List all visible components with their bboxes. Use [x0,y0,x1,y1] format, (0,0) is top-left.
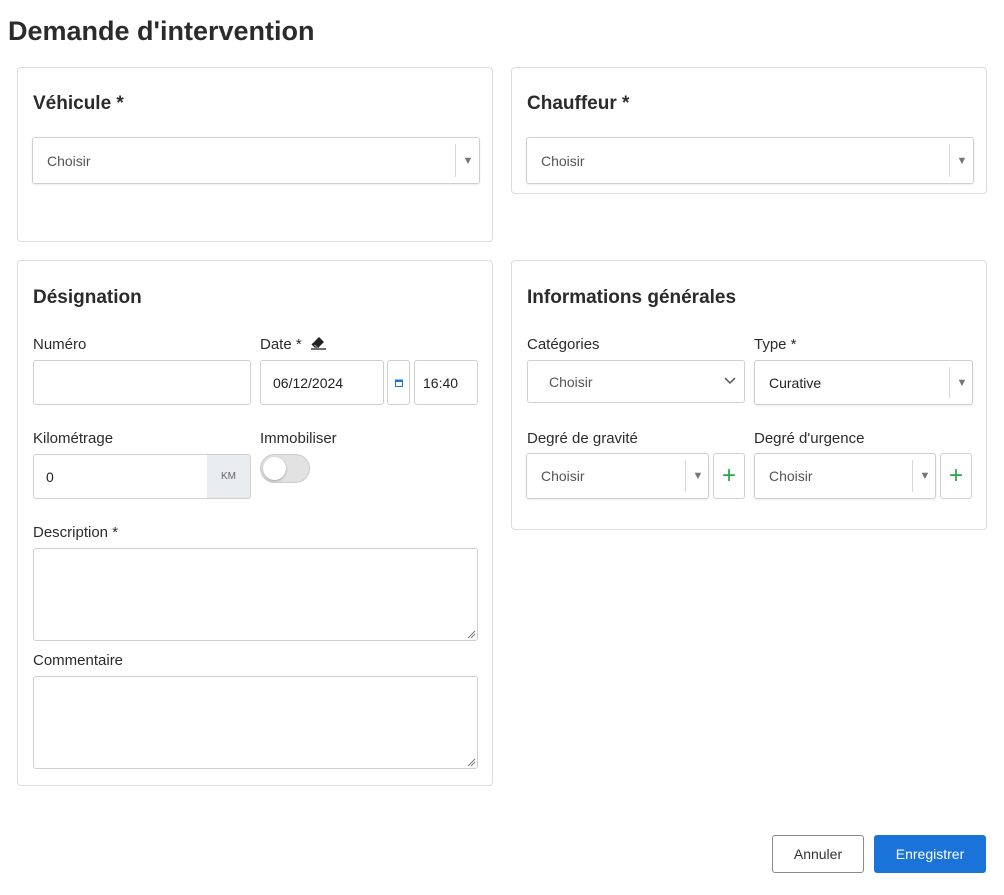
type-select[interactable]: Curative ▼ [754,360,973,405]
informations-title: Informations générales [527,287,737,308]
urgence-label: Degré d'urgence [754,430,865,447]
vehicule-title: Véhicule * [33,93,124,114]
eraser-icon[interactable] [310,335,327,350]
gravite-value: Choisir [541,468,585,484]
plus-icon: + [721,462,736,489]
urgence-value: Choisir [769,468,813,484]
caret-down-icon[interactable]: ▼ [456,155,480,167]
categories-select[interactable]: Choisir [527,360,745,403]
toggle-knob [263,457,286,480]
immobiliser-label: Immobiliser [260,430,337,447]
time-value: 16:40 [423,374,459,391]
caret-down-icon[interactable]: ▼ [686,470,710,482]
commentaire-textarea[interactable] [33,676,478,769]
calendar-button[interactable] [387,360,410,405]
informations-card: Informations générales Catégories Choisi… [511,260,987,530]
categories-label: Catégories [527,336,600,353]
description-label: Description * [33,524,119,541]
type-label: Type * [754,336,797,353]
vehicule-select[interactable]: Choisir ▼ [32,137,480,184]
numero-input[interactable] [33,360,251,405]
caret-down-icon[interactable]: ▼ [913,470,937,482]
calendar-icon [394,379,403,387]
caret-down-icon[interactable]: ▼ [950,155,974,167]
commentaire-label: Commentaire [33,652,124,669]
date-value: 06/12/2024 [273,374,344,391]
resize-handle-icon[interactable] [467,630,476,639]
date-input[interactable]: 06/12/2024 [260,360,384,405]
kilometrage-input[interactable]: 0 [33,454,208,499]
categories-value: Choisir [549,373,593,390]
chauffeur-title: Chauffeur * [527,93,630,114]
vehicule-card: Véhicule * Choisir ▼ [17,67,493,242]
add-gravite-button[interactable]: + [713,453,745,499]
designation-card: Désignation Numéro Date * 06/12/2024 16:… [17,260,493,786]
kilometrage-value: 0 [46,468,54,485]
urgence-select[interactable]: Choisir ▼ [754,453,936,499]
chauffeur-select-value: Choisir [541,152,585,169]
vehicule-select-value: Choisir [47,152,91,169]
designation-title: Désignation [33,287,142,308]
immobiliser-toggle[interactable] [260,454,310,483]
numero-label: Numéro [33,336,87,353]
chauffeur-card: Chauffeur * Choisir ▼ [511,67,987,194]
cancel-button[interactable]: Annuler [772,835,864,873]
add-urgence-button[interactable]: + [940,453,972,499]
chauffeur-select[interactable]: Choisir ▼ [526,137,974,184]
type-value: Curative [769,374,822,391]
page-title: Demande d'intervention [8,16,315,46]
caret-down-icon[interactable]: ▼ [950,377,974,389]
kilometrage-unit: KM [207,454,251,499]
save-button[interactable]: Enregistrer [874,835,986,873]
gravite-label: Degré de gravité [527,430,638,447]
gravite-select[interactable]: Choisir ▼ [526,453,709,499]
chevron-down-icon[interactable] [724,377,736,385]
kilometrage-label: Kilométrage [33,430,114,447]
plus-icon: + [948,462,963,489]
resize-handle-icon[interactable] [467,758,476,767]
description-textarea[interactable] [33,548,478,641]
date-label: Date * [260,336,302,353]
time-input[interactable]: 16:40 [414,360,478,405]
